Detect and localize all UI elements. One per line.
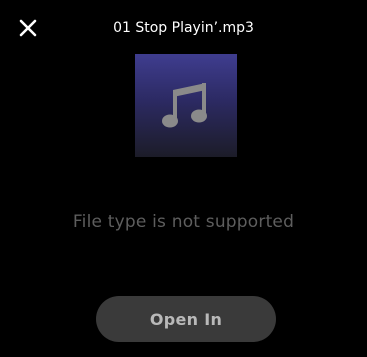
open-in-button[interactable]: Open In bbox=[96, 296, 276, 342]
open-in-label: Open In bbox=[149, 309, 223, 329]
album-artwork bbox=[135, 54, 237, 157]
unsupported-message: File type is not supported bbox=[72, 212, 295, 232]
file-title: 01 Stop Playin’.mp3 bbox=[113, 20, 254, 36]
close-button[interactable] bbox=[14, 14, 42, 42]
close-icon bbox=[19, 19, 37, 37]
music-note-icon bbox=[162, 82, 207, 127]
